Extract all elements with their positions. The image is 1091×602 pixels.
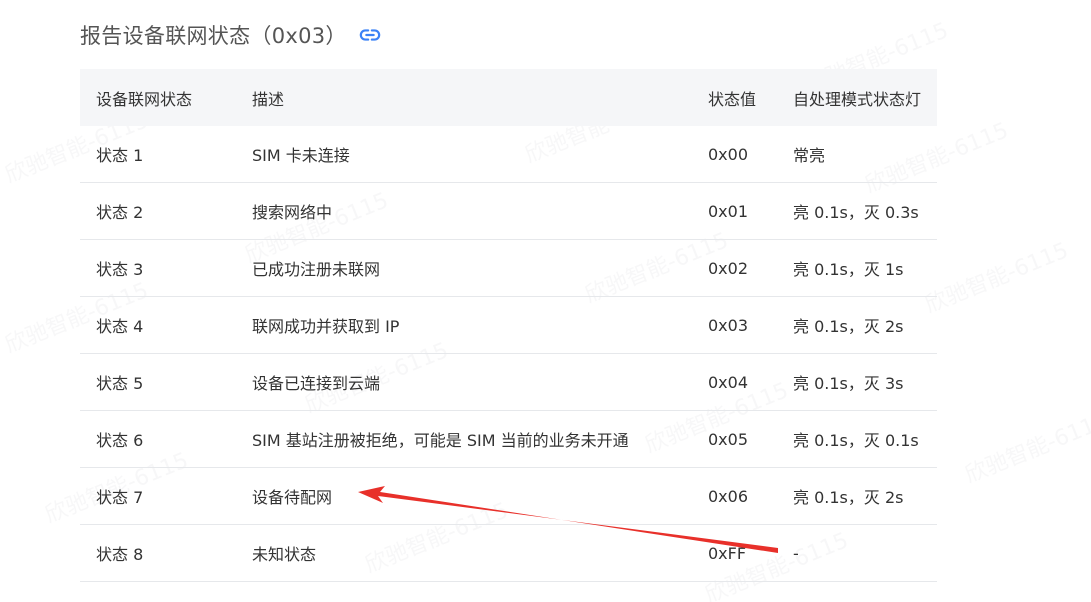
cell-status: 状态 7 xyxy=(80,467,236,525)
table-row: 状态 8 未知状态 0xFF - xyxy=(80,524,937,582)
cell-light: 亮 0.1s，灭 2s xyxy=(778,467,937,525)
column-header-status: 设备联网状态 xyxy=(96,89,193,109)
cell-status: 状态 5 xyxy=(80,353,236,411)
table-row: 状态 3 已成功注册未联网 0x02 亮 0.1s，灭 1s xyxy=(80,239,937,297)
cell-light: 亮 0.1s，灭 0.3s xyxy=(778,182,937,240)
cell-status: 状态 2 xyxy=(80,182,236,240)
cell-light: 亮 0.1s，灭 1s xyxy=(778,239,937,297)
cell-status: 状态 6 xyxy=(80,410,236,468)
cell-description: 未知状态 xyxy=(236,524,692,582)
cell-light: - xyxy=(778,524,937,582)
cell-value: 0x01 xyxy=(692,182,778,240)
cell-value: 0x02 xyxy=(692,239,778,297)
cell-description: SIM 基站注册被拒绝，可能是 SIM 当前的业务未开通 xyxy=(236,410,692,468)
page: 欣驰智能-6115 欣驰智能-6115 欣驰智能-6115 欣驰智能-6115 … xyxy=(0,0,1091,602)
table-row: 状态 1 SIM 卡未连接 0x00 常亮 xyxy=(80,126,937,183)
cell-light: 亮 0.1s，灭 0.1s xyxy=(778,410,937,468)
column-header-light: 自处理模式状态灯 xyxy=(793,89,922,109)
table-header-row: 设备联网状态 描述 状态值 自处理模式状态灯 xyxy=(80,69,937,126)
watermark: 欣驰智能-6115 xyxy=(961,408,1091,489)
cell-value: 0xFF xyxy=(692,524,778,582)
cell-description: 联网成功并获取到 IP xyxy=(236,296,692,354)
column-header-value: 状态值 xyxy=(708,89,757,109)
cell-value: 0x03 xyxy=(692,296,778,354)
section-heading: 报告设备联网状态（0x03） xyxy=(80,18,381,52)
table-row: 状态 6 SIM 基站注册被拒绝，可能是 SIM 当前的业务未开通 0x05 亮… xyxy=(80,410,937,468)
cell-status: 状态 1 xyxy=(80,126,236,183)
cell-status: 状态 3 xyxy=(80,239,236,297)
cell-light: 常亮 xyxy=(778,126,937,183)
watermark: 欣驰智能-6115 xyxy=(921,238,1073,319)
cell-status: 状态 8 xyxy=(80,524,236,582)
cell-description: 设备已连接到云端 xyxy=(236,353,692,411)
cell-light: 亮 0.1s，灭 3s xyxy=(778,353,937,411)
cell-status: 状态 4 xyxy=(80,296,236,354)
cell-light: 亮 0.1s，灭 2s xyxy=(778,296,937,354)
table-row: 状态 5 设备已连接到云端 0x04 亮 0.1s，灭 3s xyxy=(80,353,937,411)
cell-value: 0x04 xyxy=(692,353,778,411)
cell-description: SIM 卡未连接 xyxy=(236,126,692,183)
cell-value: 0x05 xyxy=(692,410,778,468)
cell-description: 已成功注册未联网 xyxy=(236,239,692,297)
link-icon[interactable] xyxy=(359,24,381,46)
table-row: 状态 4 联网成功并获取到 IP 0x03 亮 0.1s，灭 2s xyxy=(80,296,937,354)
cell-description: 搜索网络中 xyxy=(236,182,692,240)
section-title: 报告设备联网状态（0x03） xyxy=(80,24,347,48)
cell-description: 设备待配网 xyxy=(236,467,692,525)
status-table: 设备联网状态 描述 状态值 自处理模式状态灯 状态 1 SIM 卡未连接 0x0… xyxy=(80,69,937,582)
cell-value: 0x00 xyxy=(692,126,778,183)
table-row: 状态 2 搜索网络中 0x01 亮 0.1s，灭 0.3s xyxy=(80,182,937,240)
column-header-description: 描述 xyxy=(252,89,285,109)
table-row: 状态 7 设备待配网 0x06 亮 0.1s，灭 2s xyxy=(80,467,937,525)
cell-value: 0x06 xyxy=(692,467,778,525)
